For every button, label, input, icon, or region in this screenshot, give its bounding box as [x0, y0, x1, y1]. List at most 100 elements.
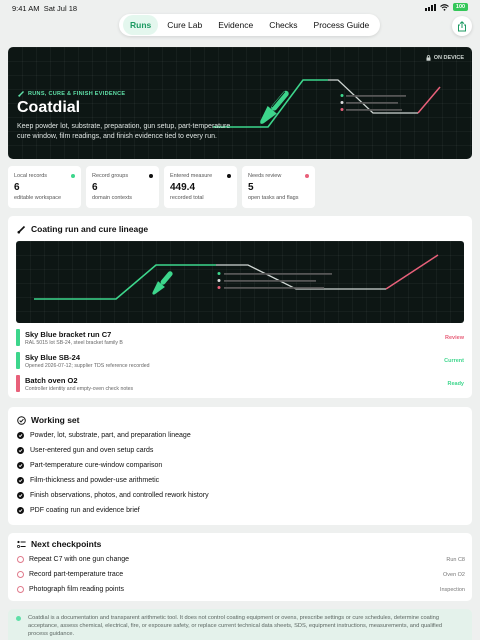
check-icon	[17, 492, 24, 499]
paintbrush-icon	[260, 90, 289, 124]
row-name: Batch oven O2	[25, 376, 78, 385]
stat-value: 6	[92, 182, 98, 193]
on-device-badge: ON DEVICE	[426, 55, 464, 61]
lineage-list-line	[224, 287, 324, 289]
tab-process-guide[interactable]: Process Guide	[307, 15, 377, 35]
stat-label: Needs review	[248, 173, 282, 179]
row-color-bar	[16, 329, 20, 346]
stat-dot	[305, 174, 309, 178]
badge-text: ON DEVICE	[433, 55, 464, 61]
working-set-item-text: Film-thickness and powder-use arithmetic	[30, 477, 160, 484]
hero-dot-white	[340, 101, 344, 104]
share-button[interactable]	[452, 16, 472, 36]
checkpoint-tag: Inspection	[439, 587, 465, 593]
lineage-dot-pink	[217, 286, 221, 289]
hero-list-line	[346, 109, 402, 111]
lineage-card: Coating run and cure lineage Sky Blue br…	[8, 216, 472, 398]
checkpoints-title-text: Next checkpoints	[31, 539, 102, 549]
stat-dot	[227, 174, 231, 178]
stat-dot	[149, 174, 153, 178]
row-status: Ready	[447, 381, 464, 387]
stat-label: Entered measure	[170, 173, 213, 179]
tab-cure-lab[interactable]: Cure Lab	[160, 15, 209, 35]
check-icon	[17, 507, 24, 514]
hero-green-trace	[213, 79, 328, 128]
paintbrush-icon	[152, 271, 173, 295]
working-set-item: Film-thickness and powder-use arithmetic	[17, 477, 159, 484]
lineage-title: Coating run and cure lineage	[17, 224, 148, 234]
stat-dot	[71, 174, 75, 178]
row-meta: Opened 2026-07-12; supplier TDS referenc…	[25, 363, 150, 369]
row-meta: RAL 5015 lot SB-24, steel bracket family…	[25, 340, 123, 346]
check-icon	[17, 477, 24, 484]
stat-value: 6	[14, 182, 20, 193]
row-status: Current	[444, 358, 464, 364]
share-icon	[458, 20, 466, 31]
app-title: Coatdial	[17, 99, 81, 116]
working-set-item-text: PDF coating run and evidence brief	[30, 507, 140, 514]
lineage-dot-green	[217, 272, 221, 275]
working-set-item: Finish observations, photos, and control…	[17, 492, 209, 499]
working-set-item: Part-temperature cure-window comparison	[17, 462, 162, 469]
working-set-item-text: User-entered gun and oven setup cards	[30, 447, 154, 454]
eyebrow-text: RUNS, CURE & FINISH EVIDENCE	[28, 90, 126, 97]
lineage-green-trace	[34, 264, 216, 300]
working-set-item: PDF coating run and evidence brief	[17, 507, 140, 514]
lineage-dot-white	[217, 279, 221, 282]
disclaimer-banner: Coatdial is a documentation and transpar…	[8, 609, 472, 640]
tab-runs[interactable]: Runs	[123, 15, 159, 35]
lineage-graphic	[16, 241, 464, 323]
tab-evidence[interactable]: Evidence	[211, 15, 260, 35]
checkpoint-label: Photograph film reading points	[29, 586, 124, 593]
working-set-item: Powder, lot, substrate, part, and prepar…	[17, 432, 191, 439]
battery-icon: 100	[453, 3, 468, 11]
hero-description: Keep powder lot, substrate, preparation,…	[17, 123, 231, 140]
stat-label: Record groups	[92, 173, 129, 179]
lineage-pink-trace	[385, 254, 439, 290]
brush-icon	[18, 91, 24, 97]
checkpoint-circle-icon[interactable]	[17, 571, 24, 578]
checkpoints-title: Next checkpoints	[17, 539, 101, 549]
tab-checks[interactable]: Checks	[262, 15, 304, 35]
stat-label: Local records	[14, 173, 48, 179]
row-color-bar	[16, 375, 20, 392]
working-set-item-text: Powder, lot, substrate, part, and prepar…	[30, 432, 191, 439]
hero-banner: ON DEVICE RUNS, CURE & FINISH EVIDENCE C…	[8, 47, 472, 159]
stat-card-needs-review: Needs review 5 open tasks and flags	[242, 166, 315, 208]
stat-value: 449.4	[170, 182, 196, 193]
checkpoint-circle-icon[interactable]	[17, 586, 24, 593]
top-navigation: Runs Cure Lab Evidence Checks Process Gu…	[119, 14, 381, 36]
stat-sub: open tasks and flags	[248, 195, 299, 201]
stat-sub: domain contexts	[92, 195, 133, 201]
checkpoints-card: Next checkpoints Repeat C7 with one gun …	[8, 533, 472, 601]
hero-lineage-graphic	[213, 79, 441, 128]
date-text: Sat Jul 18	[43, 4, 78, 13]
hero-dot-green	[340, 94, 344, 97]
hero-list-line	[346, 95, 406, 97]
checkpoint-tag: Run C8	[446, 557, 465, 563]
lineage-row[interactable]: Batch oven O2 Controller identity and em…	[16, 375, 464, 393]
lock-icon	[426, 55, 431, 61]
lineage-list-line	[224, 273, 332, 275]
time-text: 9:41 AM	[12, 4, 40, 13]
check-circle-icon	[17, 415, 26, 425]
working-set-item-text: Part-temperature cure-window comparison	[30, 462, 163, 469]
checkpoint-tag: Oven O2	[442, 572, 465, 578]
lineage-row[interactable]: Sky Blue SB-24 Opened 2026-07-12; suppli…	[16, 352, 464, 370]
checkpoint-label: Record part-temperature trace	[29, 571, 124, 578]
hero-pink-trace	[417, 86, 441, 114]
lineage-row[interactable]: Sky Blue bracket run C7 RAL 5015 lot SB-…	[16, 329, 464, 347]
checkpoint-circle-icon[interactable]	[17, 556, 24, 563]
status-icons: 100	[425, 3, 468, 11]
hero-dot-pink	[340, 108, 344, 111]
stat-sub: recorded total	[170, 195, 204, 201]
cellular-icon	[425, 3, 436, 11]
hero-eyebrow: RUNS, CURE & FINISH EVIDENCE	[18, 90, 125, 97]
check-icon	[17, 462, 24, 469]
stat-card-local-records: Local records 6 editable workspace	[8, 166, 81, 208]
working-set-item-text: Finish observations, photos, and control…	[30, 492, 209, 499]
row-status: Review	[445, 335, 464, 341]
status-time: 9:41 AM Sat Jul 18	[12, 4, 77, 13]
lineage-grey-trace	[216, 264, 386, 290]
row-name: Sky Blue bracket run C7	[25, 330, 112, 339]
